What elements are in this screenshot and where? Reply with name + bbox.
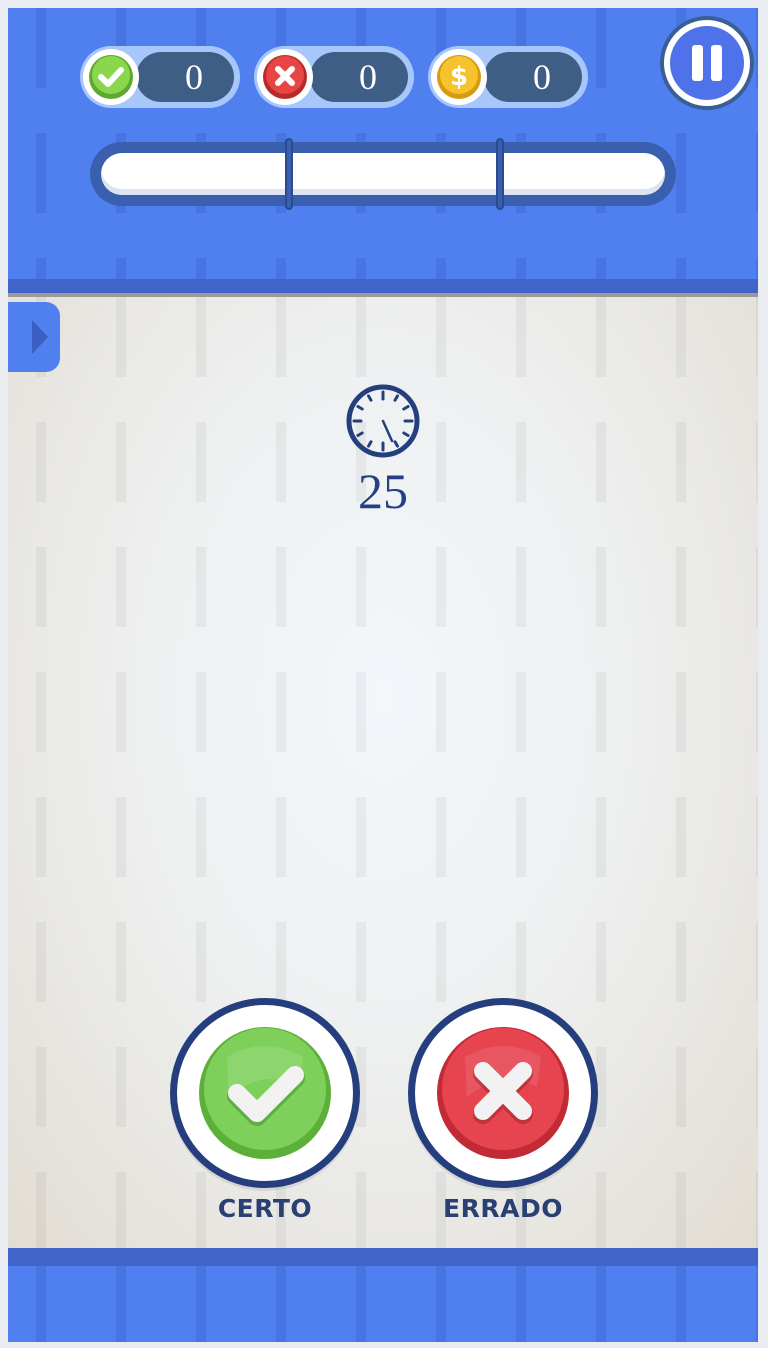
pause-button[interactable] xyxy=(660,16,754,110)
game-screen: 0 0 0 $ 25 CERTO ERRADO xyxy=(8,8,758,1342)
top-hud-bar: 0 0 0 $ xyxy=(8,8,758,293)
coins-counter: 0 $ xyxy=(428,46,588,108)
wrong-answer-button[interactable] xyxy=(408,998,598,1188)
correct-answer-button[interactable] xyxy=(170,998,360,1188)
progress-marker xyxy=(496,138,505,210)
coins-count: 0 xyxy=(533,57,551,97)
wrong-counter: 0 xyxy=(254,46,414,108)
timer: 25 xyxy=(328,383,438,519)
wrong-answer-label: ERRADO xyxy=(443,1194,563,1223)
progress-fill xyxy=(101,153,665,195)
cross-icon xyxy=(257,49,313,105)
progress-marker xyxy=(284,138,293,210)
correct-count: 0 xyxy=(185,57,203,97)
svg-text:$: $ xyxy=(450,62,468,92)
correct-answer-label: CERTO xyxy=(217,1194,313,1223)
check-icon xyxy=(83,49,139,105)
clock-icon xyxy=(346,384,420,458)
chevron-right-icon xyxy=(32,320,48,354)
wrong-count: 0 xyxy=(359,57,377,97)
bottom-bar xyxy=(8,1248,758,1342)
side-menu-tab[interactable] xyxy=(8,302,60,372)
check-icon xyxy=(199,1027,331,1159)
pause-icon xyxy=(670,26,744,100)
dollar-coin-icon: $ xyxy=(431,49,487,105)
timer-seconds: 25 xyxy=(358,463,408,519)
cross-icon xyxy=(437,1027,569,1159)
progress-bar xyxy=(90,138,676,210)
correct-counter: 0 xyxy=(80,46,240,108)
